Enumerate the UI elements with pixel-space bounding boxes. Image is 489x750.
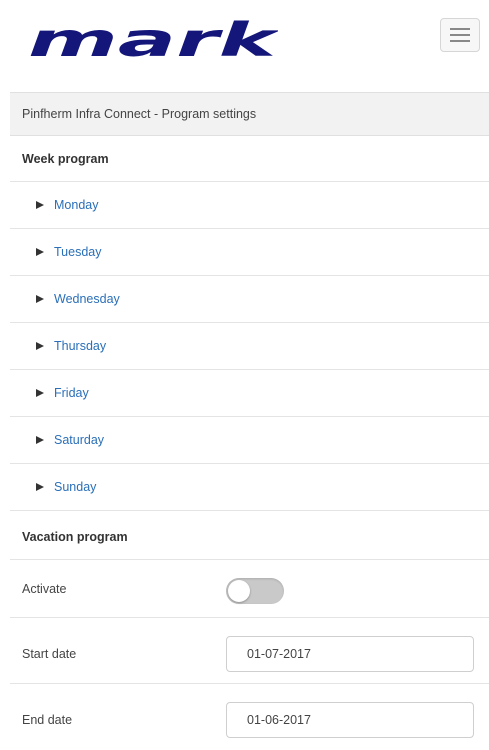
mark-logo: mark (28, 20, 278, 64)
activate-label: Activate (22, 581, 67, 596)
vacation-program-heading: Vacation program (10, 514, 489, 560)
day-item-sunday[interactable]: Sunday (10, 464, 489, 511)
end-date-input[interactable] (226, 702, 474, 738)
week-program-heading: Week program (10, 136, 489, 182)
expand-arrow-icon (36, 200, 46, 210)
day-item-tuesday[interactable]: Tuesday (10, 229, 489, 276)
toggle-knob (228, 580, 250, 602)
start-date-row: Start date (10, 624, 489, 684)
expand-arrow-icon (36, 388, 46, 398)
day-item-wednesday[interactable]: Wednesday (10, 276, 489, 323)
page: mark Pinfherm Infra Connect - Program se… (10, 0, 489, 738)
day-label: Wednesday (54, 292, 120, 306)
day-label: Sunday (54, 480, 97, 494)
day-label: Saturday (54, 433, 105, 447)
hamburger-menu-button[interactable] (440, 18, 480, 52)
svg-text:mark: mark (28, 20, 278, 64)
day-item-monday[interactable]: Monday (10, 182, 489, 229)
end-date-row: End date (10, 690, 489, 750)
day-item-thursday[interactable]: Thursday (10, 323, 489, 370)
hamburger-menu-icon (450, 28, 470, 42)
day-label: Tuesday (54, 245, 102, 259)
expand-arrow-icon (36, 482, 46, 492)
expand-arrow-icon (36, 341, 46, 351)
day-label: Thursday (54, 339, 107, 353)
expand-arrow-icon (36, 435, 46, 445)
activate-toggle[interactable] (226, 578, 284, 604)
start-date-label: Start date (22, 646, 77, 661)
start-date-input[interactable] (226, 636, 474, 672)
week-program-days: Monday Tuesday Wednesday Thursday Friday… (10, 182, 489, 511)
day-label: Monday (54, 198, 99, 212)
end-date-label: End date (22, 713, 73, 727)
day-item-friday[interactable]: Friday (10, 370, 489, 417)
app-header: mark (10, 0, 489, 82)
expand-arrow-icon (36, 247, 46, 257)
day-item-saturday[interactable]: Saturday (10, 417, 489, 464)
page-title: Pinfherm Infra Connect - Program setting… (10, 92, 489, 136)
activate-row: Activate (10, 560, 489, 618)
expand-arrow-icon (36, 294, 46, 304)
day-label: Friday (54, 386, 89, 400)
